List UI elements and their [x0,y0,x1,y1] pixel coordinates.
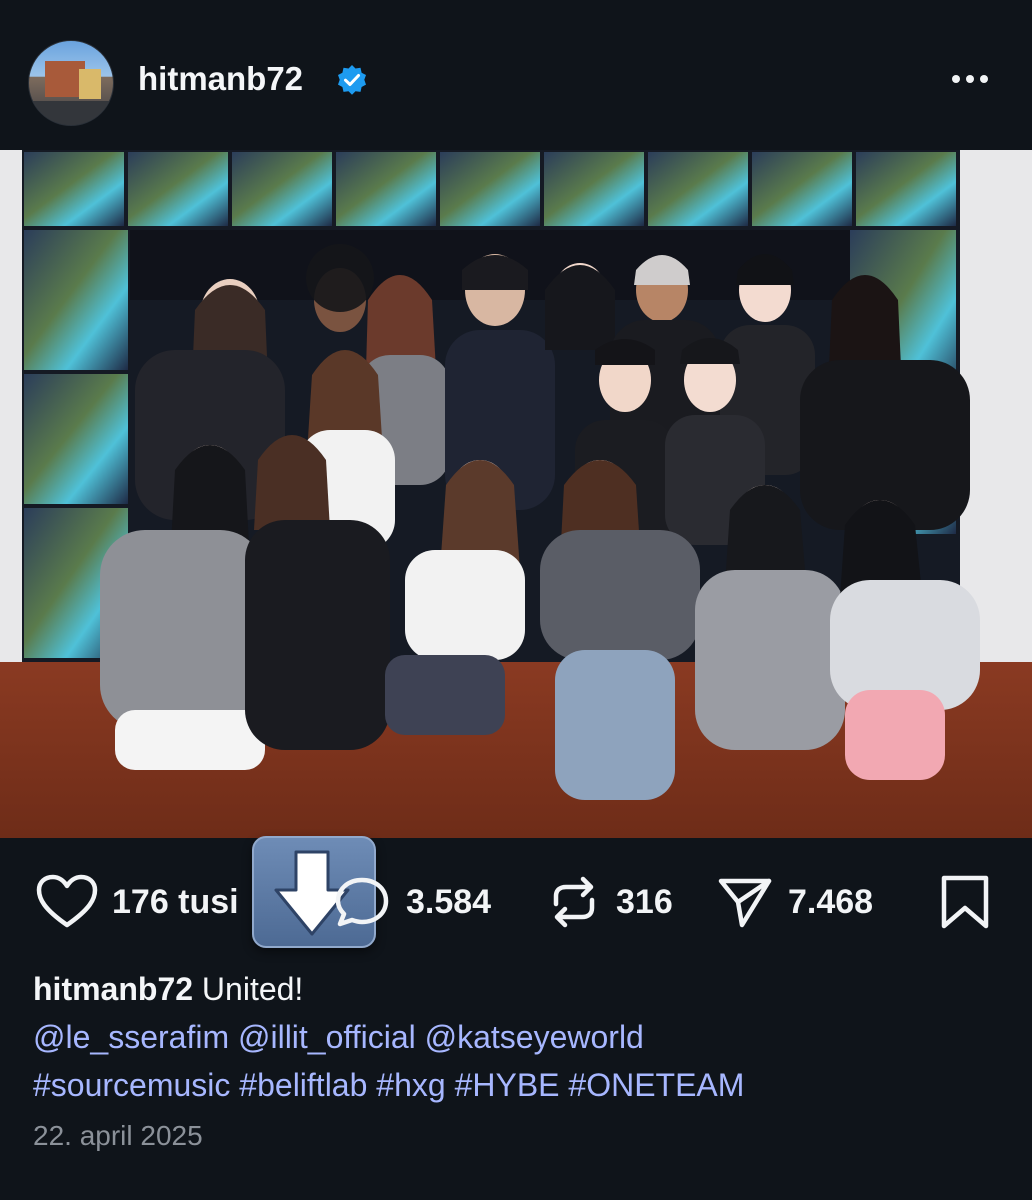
post-date: 22. april 2025 [33,1120,203,1151]
repost-icon [553,876,595,928]
reposts-count: 316 [616,882,673,921]
caption-username[interactable]: hitmanb72 [33,971,193,1007]
avatar-building-shape-2 [79,69,101,99]
hashtag-link[interactable]: #beliftlab [239,1067,367,1103]
mention-link[interactable]: @illit_official [238,1019,416,1055]
bookmark-button[interactable] [940,874,990,930]
comment-button[interactable]: 3.584 [332,874,491,930]
likes-count: 176 tusi [112,882,239,921]
hashtag-link[interactable]: #hxg [376,1067,445,1103]
share-icon [718,878,772,928]
heart-icon [36,874,98,928]
share-button[interactable]: 7.468 [716,874,873,930]
post-username[interactable]: hitmanb72 [138,60,303,98]
post-photo[interactable] [0,150,1032,838]
like-button[interactable]: 176 tusi [36,874,239,930]
verified-badge-icon [338,65,366,95]
mention-link[interactable]: @katseyeworld [425,1019,644,1055]
bookmark-icon [941,875,989,929]
caption-text: United! [201,971,304,1007]
post-header: hitmanb72 [0,0,1032,150]
mention-link[interactable]: @le_sserafim [33,1019,229,1055]
shares-count: 7.468 [788,882,874,921]
action-bar: 176 tusi 3.584 316 7.468 [0,858,1032,948]
more-options-icon[interactable] [952,70,1000,90]
profile-avatar[interactable] [28,40,114,126]
caption-line: hitmanb72 United! [33,965,1003,1013]
hashtag-link[interactable]: #sourcemusic [33,1067,230,1103]
group-photo-illustration [0,150,1032,838]
avatar-road-shape [29,101,113,125]
hashtag-link[interactable]: #ONETEAM [568,1067,744,1103]
hashtags-line: #sourcemusic #beliftlab #hxg #HYBE #ONET… [33,1061,1003,1109]
mentions-line: @le_sserafim @illit_official @katseyewor… [33,1013,1003,1061]
comments-count: 3.584 [406,882,492,921]
comment-icon [335,877,389,927]
hashtag-link[interactable]: #HYBE [455,1067,560,1103]
post-caption: hitmanb72 United! @le_sserafim @illit_of… [33,965,1003,1109]
repost-button[interactable]: 316 [546,874,673,930]
